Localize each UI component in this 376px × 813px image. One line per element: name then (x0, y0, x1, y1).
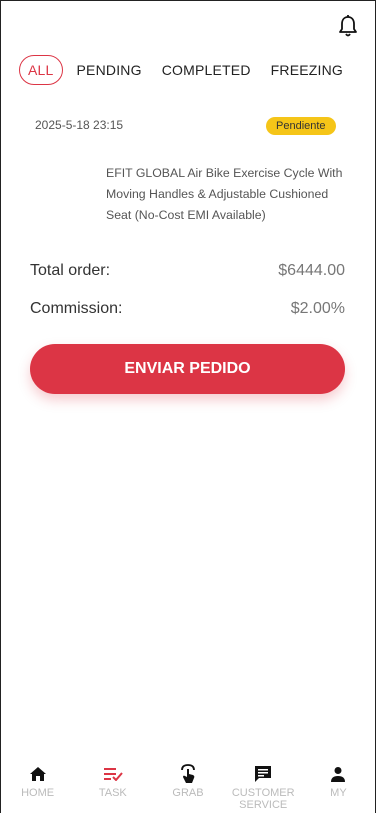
status-badge: Pendiente (266, 117, 336, 135)
total-order-value: $6444.00 (278, 262, 345, 279)
home-icon (28, 764, 48, 784)
submit-order-button[interactable]: ENVIAR PEDIDO (30, 344, 345, 394)
nav-task-label: TASK (98, 787, 127, 799)
order-status-tabs: ALL PENDING COMPLETED FREEZING (19, 55, 363, 85)
person-icon (328, 764, 348, 784)
total-order-label: Total order: (30, 262, 111, 279)
chat-icon (253, 764, 273, 784)
tab-completed[interactable]: COMPLETED (162, 62, 251, 78)
tab-all[interactable]: ALL (19, 55, 63, 85)
bell-icon[interactable] (337, 14, 359, 38)
tap-icon (178, 764, 198, 784)
order-date: 2025-5-18 23:15 (35, 118, 124, 132)
nav-my-label: MY (330, 787, 347, 799)
task-list-icon (103, 764, 123, 784)
nav-home-label: HOME (21, 787, 55, 799)
tab-freezing[interactable]: FREEZING (271, 62, 343, 78)
nav-grab[interactable]: GRAB (150, 758, 225, 813)
bottom-nav: HOME TASK GRAB CUSTOMER SERVICE MY (0, 758, 376, 813)
nav-my[interactable]: MY (301, 758, 376, 813)
commission-label: Commission: (30, 300, 123, 317)
nav-home[interactable]: HOME (0, 758, 75, 813)
product-title: EFIT GLOBAL Air Bike Exercise Cycle With… (106, 166, 343, 222)
tab-pending[interactable]: PENDING (77, 62, 142, 78)
nav-grab-label: GRAB (172, 787, 204, 799)
nav-customer-service[interactable]: CUSTOMER SERVICE (226, 758, 301, 813)
nav-task[interactable]: TASK (75, 758, 150, 813)
nav-customer-service-label: CUSTOMER SERVICE (231, 787, 295, 811)
commission-value: $2.00% (290, 300, 345, 317)
